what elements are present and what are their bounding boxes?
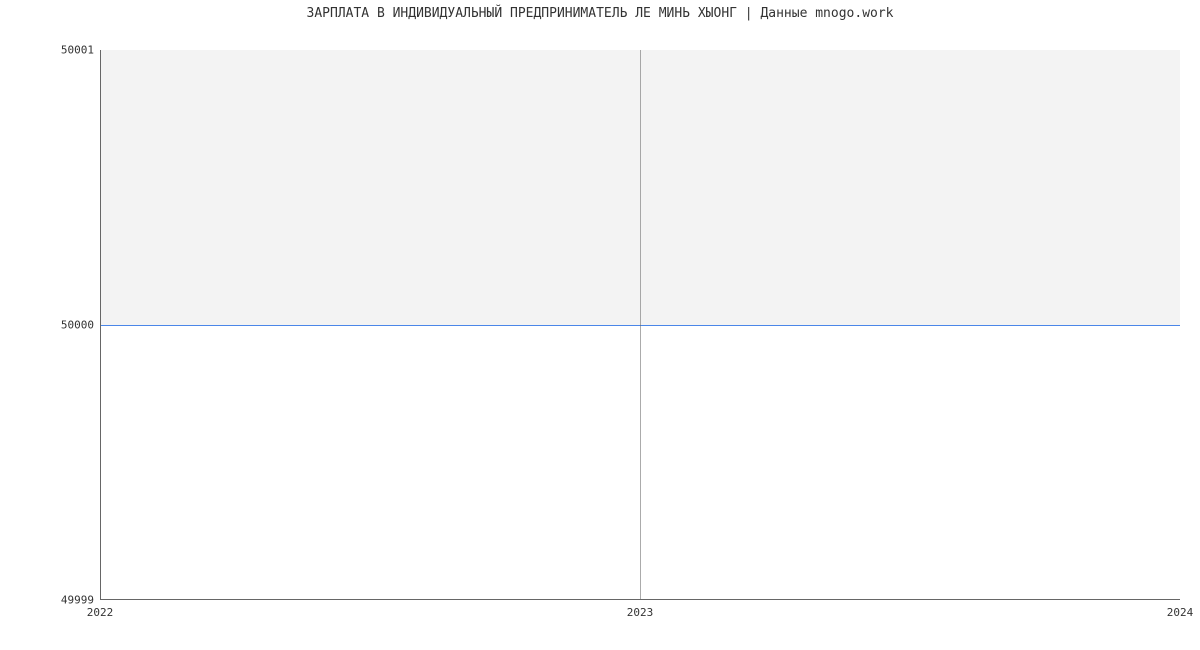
salary-chart: ЗАРПЛАТА В ИНДИВИДУАЛЬНЫЙ ПРЕДПРИНИМАТЕЛ… — [0, 0, 1200, 650]
y-tick-2: 50001 — [61, 44, 94, 57]
x-gridline-2023 — [640, 50, 641, 600]
y-tick-0: 49999 — [61, 594, 94, 607]
x-axis-spine — [100, 599, 1180, 600]
y-axis-spine — [100, 50, 101, 600]
x-tick-1: 2023 — [627, 606, 654, 619]
x-tick-0: 2022 — [87, 606, 114, 619]
y-tick-1: 50000 — [61, 319, 94, 332]
plot-area — [100, 50, 1180, 600]
chart-title: ЗАРПЛАТА В ИНДИВИДУАЛЬНЫЙ ПРЕДПРИНИМАТЕЛ… — [0, 6, 1200, 21]
x-tick-2: 2024 — [1167, 606, 1194, 619]
